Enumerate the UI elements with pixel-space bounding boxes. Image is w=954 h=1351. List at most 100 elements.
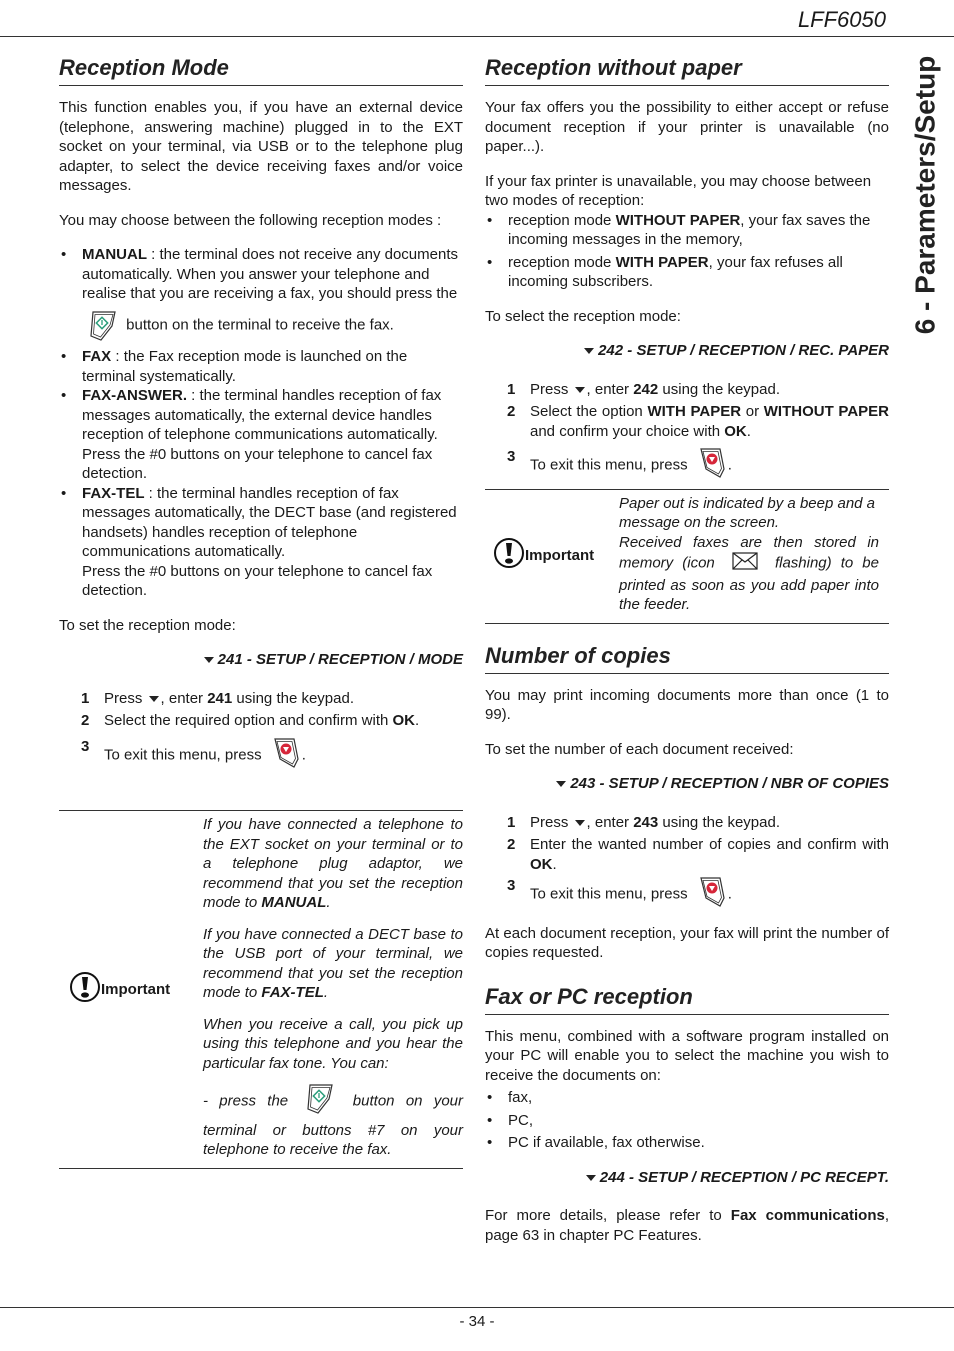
step-bold: 242 bbox=[633, 380, 659, 398]
step: 3 To exit this menu, press . bbox=[507, 876, 889, 914]
note-text: Paper out is indicated by a beep and a m… bbox=[619, 494, 876, 532]
step: 2 Select the required option and confirm … bbox=[81, 711, 463, 731]
step-number: 3 bbox=[507, 448, 516, 465]
step-text: or bbox=[741, 403, 764, 420]
step-number: 2 bbox=[81, 712, 90, 729]
start-button-icon bbox=[305, 1083, 335, 1121]
reception-modes-list: MANUAL : the terminal does not receive a… bbox=[59, 245, 463, 601]
step-text: Select the required option and confirm w… bbox=[104, 712, 393, 729]
right-column: Reception without paper Your fax offers … bbox=[485, 54, 889, 1245]
note-text: - press the bbox=[203, 1092, 289, 1110]
chapter-tab-label: 6 - Parameters/Setup bbox=[909, 55, 941, 335]
menu-path: 241 - SETUP / RECEPTION / MODE bbox=[59, 650, 463, 670]
envelope-icon bbox=[732, 552, 758, 576]
ref-text: For more details, please refer to bbox=[485, 1207, 731, 1224]
item-text: reception mode bbox=[508, 253, 616, 271]
important-text: Paper out is indicated by a beep and a m… bbox=[617, 490, 879, 623]
list-item-fax: FAX : the Fax reception mode is launched… bbox=[59, 347, 463, 386]
stop-button-icon bbox=[698, 876, 726, 914]
note-text: If you have connected a DECT base to the… bbox=[203, 925, 463, 1002]
mode-text: : the Fax reception mode is launched on … bbox=[82, 348, 408, 385]
menu-path: 242 - SETUP / RECEPTION / REC. PAPER bbox=[485, 341, 889, 361]
paragraph: To select the reception mode: bbox=[485, 307, 681, 325]
step-number: 3 bbox=[507, 877, 516, 894]
step: 3 To exit this menu, press . bbox=[81, 737, 463, 775]
step: 1 Press , enter 243 using the keypad. bbox=[507, 813, 889, 833]
step-bold: 243 bbox=[633, 813, 659, 831]
step-text: Enter the wanted number of copies and co… bbox=[530, 836, 889, 853]
step: 3 To exit this menu, press . bbox=[507, 447, 889, 485]
note-bold: FAX-TEL bbox=[261, 984, 324, 1001]
list-item: fax, bbox=[485, 1088, 889, 1108]
set-mode-text: To set the reception mode: bbox=[59, 616, 236, 634]
reference-paragraph: For more details, please refer to Fax co… bbox=[485, 1206, 889, 1245]
note-bold: MANUAL bbox=[261, 894, 327, 911]
step-text: Press bbox=[530, 380, 569, 398]
step: 2 Enter the wanted number of copies and c… bbox=[507, 835, 889, 874]
step-number: 3 bbox=[81, 737, 90, 755]
fax-communications-link[interactable]: Fax communications bbox=[731, 1207, 885, 1224]
menu-path: 244 - SETUP / RECEPTION / PC RECEPT. bbox=[485, 1168, 889, 1188]
paragraph: This menu, combined with a software prog… bbox=[485, 1027, 889, 1084]
step-bold: OK bbox=[530, 855, 553, 873]
section-title-fax-or-pc-reception: Fax or PC reception bbox=[485, 983, 889, 1015]
down-arrow-icon bbox=[148, 695, 159, 702]
step-text: using the keypad. bbox=[658, 813, 781, 831]
step-bold: WITHOUT PAPER bbox=[763, 403, 889, 420]
step-text: , enter bbox=[586, 380, 634, 398]
step: 1 Press , enter 242 using the keypad. bbox=[507, 380, 889, 400]
note-text: If you have connected a telephone to the… bbox=[203, 816, 463, 911]
menu-path-text: 241 - SETUP / RECEPTION / MODE bbox=[217, 651, 463, 668]
important-label: Important bbox=[485, 490, 617, 623]
exclamation-icon bbox=[493, 537, 525, 575]
step-text: To exit this menu, press bbox=[530, 456, 688, 474]
step: 2 Select the option WITH PAPER or WITHOUT… bbox=[507, 402, 889, 441]
down-arrow-icon bbox=[585, 1174, 596, 1181]
step-number: 2 bbox=[507, 836, 516, 853]
down-arrow-icon bbox=[574, 819, 585, 826]
note-text: When you receive a call, you pick up usi… bbox=[203, 1015, 463, 1072]
down-arrow-icon bbox=[203, 657, 214, 664]
chapter-tab: 6 - Parameters/Setup bbox=[900, 40, 950, 350]
left-column: Reception Mode This function enables you… bbox=[59, 54, 463, 1169]
item-text: reception mode bbox=[508, 211, 616, 229]
menu-path-text: 244 - SETUP / RECEPTION / PC RECEPT. bbox=[599, 1168, 889, 1186]
paragraph: To set the number of each document recei… bbox=[485, 740, 794, 758]
page-number: - 34 - bbox=[459, 1313, 495, 1330]
important-label: Important bbox=[59, 811, 203, 1168]
list-item-fax-tel: FAX-TEL : the terminal handles reception… bbox=[59, 484, 463, 601]
down-arrow-icon bbox=[574, 386, 585, 393]
step-text: . bbox=[727, 885, 732, 903]
step-text: , enter bbox=[586, 813, 634, 831]
step-number: 2 bbox=[507, 403, 516, 420]
mode-name: FAX bbox=[82, 348, 112, 365]
model-name: LFF6050 bbox=[797, 7, 886, 32]
step-number: 1 bbox=[81, 689, 90, 707]
mode-name: MANUAL bbox=[82, 246, 147, 263]
step-bold: WITH PAPER bbox=[647, 403, 742, 420]
paragraph: If your fax printer is unavailable, you … bbox=[485, 172, 872, 210]
header-divider bbox=[0, 36, 954, 37]
important-note: Important Paper out is indicated by a be… bbox=[485, 488, 889, 624]
menu-path-text: 243 - SETUP / RECEPTION / NBR OF COPIES bbox=[570, 775, 889, 792]
list-item: PC if available, fax otherwise. bbox=[485, 1133, 889, 1153]
step-text: . bbox=[746, 422, 751, 440]
section-title-reception-mode: Reception Mode bbox=[59, 54, 463, 86]
intro-paragraph: This function enables you, if you have a… bbox=[59, 99, 463, 194]
step-text: , enter bbox=[160, 689, 208, 707]
step-text: using the keypad. bbox=[232, 689, 355, 707]
steps-list: 1 Press , enter 241 using the keypad. 2 Se… bbox=[59, 689, 463, 775]
step-bold: OK bbox=[392, 712, 416, 729]
menu-path: 243 - SETUP / RECEPTION / NBR OF COPIES bbox=[485, 774, 889, 794]
list-item-fax-answer: FAX-ANSWER. : the terminal handles recep… bbox=[59, 386, 463, 484]
list-item: PC, bbox=[485, 1111, 889, 1131]
step-text: To exit this menu, press bbox=[530, 885, 688, 903]
paragraph: Your fax offers you the possibility to e… bbox=[485, 99, 889, 155]
important-text: If you have connected a telephone to the… bbox=[203, 816, 463, 1158]
step-text: . bbox=[301, 746, 306, 764]
step-text: Press bbox=[530, 813, 569, 831]
mode-text: Press the #0 buttons on your telephone t… bbox=[82, 562, 433, 600]
step-text: . bbox=[415, 712, 420, 729]
step-text: To exit this menu, press bbox=[104, 746, 262, 764]
step-bold: OK bbox=[724, 422, 747, 440]
